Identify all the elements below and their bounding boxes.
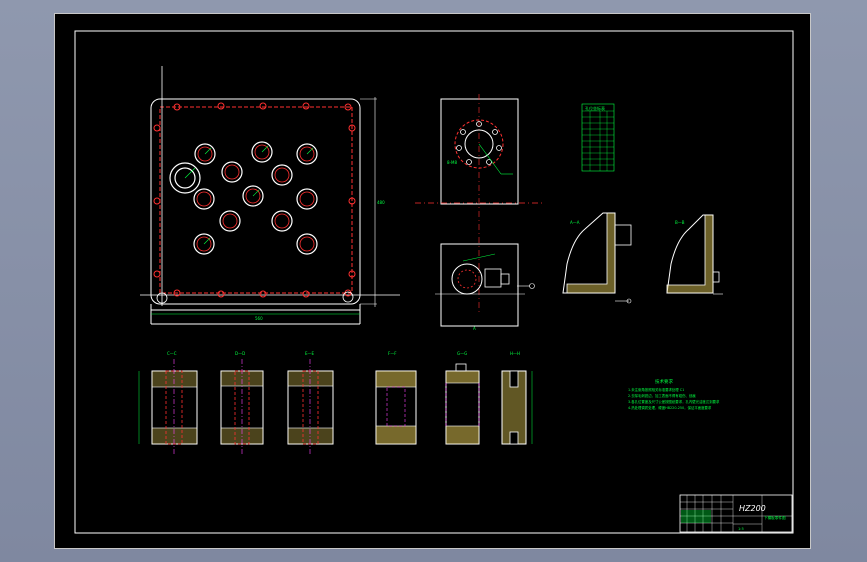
section-view-6: H—H [501,351,533,445]
section-label-6: F—F [388,351,397,356]
section-label-1: A—A [570,220,580,225]
tech-req-line-3: 3.各孔位置度及尺寸公差按图纸要求，孔内壁光洁度达到要求 [628,399,720,404]
section-label-4: D—D [235,351,245,356]
hole-table-title: 孔位坐标表 [585,105,605,111]
section-view-2: D—D [220,351,264,454]
svg-text:8-M8: 8-M8 [447,160,457,165]
side-view: 8-M8 A [415,94,545,331]
detail-view-1: A—A [562,212,632,304]
title-block: HZ200 下模板零件图 1:5 [679,494,793,533]
section-view-1: C—C [138,351,198,454]
section-label-7: G—G [457,351,467,356]
section-label-3: C—C [167,351,177,356]
section-label-8: H—H [510,351,520,356]
plate-hidden-outline [159,106,353,294]
tech-req-heading: 技术要求 [655,378,673,385]
section-row: C—C D—D E—E F—F G—G H—H [138,351,533,454]
tech-req-line-2: 2.去除毛刺锐边，加工表面不得有碰伤、划痕 [628,393,696,398]
side-view-outline [440,98,519,205]
tech-req-line-1: 1.未注倒角按照相关标准要求处理 C1 [628,387,684,392]
title-block-model: HZ200 [739,504,766,513]
section-label-2: B—B [675,220,685,225]
detail-view-2: B—B [666,214,723,295]
title-block-scale: 1:5 [738,527,744,531]
section-view-4: F—F [375,351,417,445]
cad-viewport[interactable]: 560 480 8-M8 A 孔位坐标表 A—A B—B C—C D—D E—E… [54,13,811,549]
title-block-name: 下模板零件图 [764,515,786,520]
svg-text:480: 480 [377,200,385,205]
section-view-5: G—G [445,351,480,445]
hole-coordinate-table: 孔位坐标表 [581,103,615,172]
section-view-3: E—E [287,351,334,454]
svg-text:560: 560 [255,316,263,321]
cad-drawing: 560 480 8-M8 A 孔位坐标表 A—A B—B C—C D—D E—E… [74,30,794,534]
plate-outline [150,98,361,305]
drawing-frame [74,30,794,534]
section-label-5: E—E [305,351,315,356]
view-label-a: A [473,326,476,331]
plan-view: 560 480 [140,66,400,325]
tech-req-line-4: 4.热处理调质处理，硬度HB220-250，保证平面度要求 [628,405,712,410]
technical-requirements: 技术要求 1.未注倒角按照相关标准要求处理 C1 2.去除毛刺锐边，加工表面不得… [628,378,720,410]
